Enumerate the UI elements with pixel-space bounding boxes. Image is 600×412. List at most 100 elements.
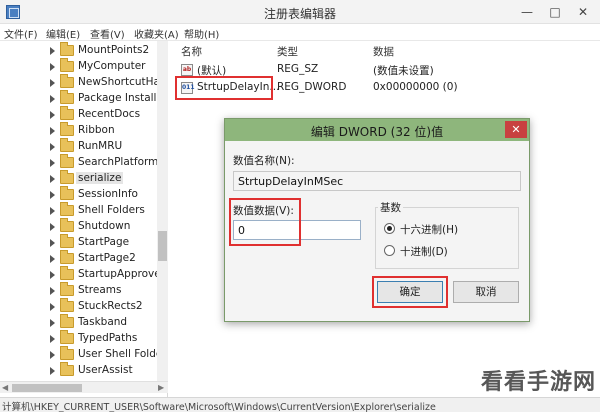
menu-file[interactable]: 文件(F) (4, 26, 38, 41)
folder-icon (60, 298, 74, 312)
folder-icon (60, 58, 74, 72)
expand-arrow-icon[interactable] (50, 367, 55, 375)
radio-hex-label: 十六进制(H) (400, 224, 459, 236)
expand-arrow-icon[interactable] (50, 303, 55, 311)
folder-icon (60, 362, 74, 376)
scroll-right-arrow-icon[interactable]: ▶ (158, 383, 164, 392)
tree-item[interactable]: User Shell Folder (0, 346, 167, 363)
minimize-button[interactable]: — (514, 3, 540, 21)
tree-item[interactable]: StartPage2 (0, 250, 160, 267)
tree-item-label: MountPoints2 (78, 44, 150, 56)
highlight-box-ok (372, 276, 448, 308)
highlight-box-value-data (229, 198, 301, 246)
tree-item[interactable]: MountPoints2 (0, 42, 160, 59)
expand-arrow-icon[interactable] (50, 159, 55, 167)
tree-item-label: StuckRects2 (78, 300, 143, 312)
dialog-title-bar: 编辑 DWORD (32 位)值 ✕ (225, 119, 529, 141)
expand-arrow-icon[interactable] (50, 271, 55, 279)
watermark-logo: 看看手游网 (480, 370, 596, 395)
dialog-close-button[interactable]: ✕ (505, 121, 527, 138)
expand-arrow-icon[interactable] (50, 127, 55, 135)
expand-arrow-icon[interactable] (50, 319, 55, 327)
folder-icon (60, 74, 74, 88)
edit-dword-dialog: 编辑 DWORD (32 位)值 ✕ 数值名称(N): 数值数据(V): 基数 … (224, 118, 530, 322)
tree-item[interactable]: SessionInfo (0, 186, 160, 203)
expand-arrow-icon[interactable] (50, 255, 55, 263)
cancel-button[interactable]: 取消 (453, 281, 519, 303)
radio-hex-button[interactable] (384, 223, 395, 234)
tree-item-label: NewShortcutHan (78, 76, 167, 88)
tree-item-label: Package Installat (78, 92, 168, 104)
tree-item[interactable]: Shutdown (0, 218, 160, 235)
tree-item-label: StartPage (78, 236, 130, 248)
tree-vertical-scrollbar[interactable] (157, 41, 168, 381)
tree-item[interactable]: Package Installat (0, 90, 167, 107)
tree-item[interactable]: StuckRects2 (0, 298, 160, 315)
tree-item-label: serialize (76, 172, 124, 184)
title-bar: 注册表编辑器 — □ ✕ (0, 0, 600, 24)
menu-edit[interactable]: 编辑(E) (46, 26, 80, 41)
window-title: 注册表编辑器 (263, 7, 336, 21)
folder-icon (60, 282, 74, 296)
expand-arrow-icon[interactable] (50, 63, 55, 71)
menu-favorites[interactable]: 收藏夹(A) (134, 26, 179, 41)
tree-horizontal-scrollbar[interactable]: ◀ ▶ (0, 381, 168, 393)
value-type: REG_DWORD (277, 81, 347, 93)
expand-arrow-icon[interactable] (50, 287, 55, 295)
tree-item[interactable]: RecentDocs (0, 106, 160, 123)
tree-item[interactable]: Taskband (0, 314, 160, 331)
expand-arrow-icon[interactable] (50, 335, 55, 343)
tree-item[interactable]: RunMRU (0, 138, 160, 155)
expand-arrow-icon[interactable] (50, 351, 55, 359)
tree-item-label: Ribbon (78, 124, 115, 136)
tree-item[interactable]: TypedPaths (0, 330, 160, 347)
tree-item[interactable]: MyComputer (0, 58, 160, 75)
tree-item[interactable]: Shell Folders (0, 202, 160, 219)
radio-hex[interactable]: 十六进制(H) (384, 222, 504, 236)
tree-item[interactable]: Streams (0, 282, 160, 299)
tree-item-label: MyComputer (78, 60, 146, 72)
expand-arrow-icon[interactable] (50, 79, 55, 87)
tree-item-label: User Shell Folder (78, 348, 167, 360)
tree-hscroll-thumb[interactable] (12, 384, 82, 392)
expand-arrow-icon[interactable] (50, 191, 55, 199)
value-data: (数值未设置) (373, 65, 434, 77)
folder-icon (60, 154, 74, 168)
value-name-label: 数值名称(N): (233, 155, 295, 167)
base-groupbox: 基数 十六进制(H) 十进制(D) (375, 200, 519, 269)
column-header-data[interactable]: 数据 (373, 44, 394, 59)
tree-scroll-thumb[interactable] (158, 231, 167, 261)
value-type: REG_SZ (277, 63, 319, 75)
expand-arrow-icon[interactable] (50, 239, 55, 247)
tree-item-label: TypedPaths (78, 332, 138, 344)
column-header-name[interactable]: 名称 (181, 44, 202, 59)
expand-arrow-icon[interactable] (50, 223, 55, 231)
expand-arrow-icon[interactable] (50, 207, 55, 215)
tree-item-label: Shell Folders (78, 204, 145, 216)
menu-view[interactable]: 查看(V) (90, 26, 125, 41)
tree-item[interactable]: NewShortcutHan (0, 74, 167, 91)
expand-arrow-icon[interactable] (50, 95, 55, 103)
expand-arrow-icon[interactable] (50, 175, 55, 183)
radio-dec-button[interactable] (384, 245, 395, 256)
tree-item[interactable]: SearchPlatform (0, 154, 160, 171)
expand-arrow-icon[interactable] (50, 111, 55, 119)
radio-dec[interactable]: 十进制(D) (384, 244, 504, 258)
tree-item[interactable]: UserAssist (0, 362, 160, 379)
tree-item[interactable]: serialize (0, 170, 160, 187)
expand-arrow-icon[interactable] (50, 143, 55, 151)
folder-icon (60, 42, 74, 56)
menu-help[interactable]: 帮助(H) (184, 26, 219, 41)
tree-item[interactable]: StartupApproved (0, 266, 167, 283)
value-name-field[interactable] (233, 171, 521, 191)
maximize-button[interactable]: □ (542, 3, 568, 21)
tree-item-label: Streams (78, 284, 122, 296)
tree-item[interactable]: StartPage (0, 234, 160, 251)
scroll-left-arrow-icon[interactable]: ◀ (2, 383, 8, 392)
status-path: 计算机\HKEY_CURRENT_USER\Software\Microsoft… (2, 402, 436, 412)
column-header-type[interactable]: 类型 (277, 44, 298, 59)
expand-arrow-icon[interactable] (50, 47, 55, 55)
close-button[interactable]: ✕ (570, 3, 596, 21)
tree-item[interactable]: Ribbon (0, 122, 160, 139)
folder-icon (60, 218, 74, 232)
